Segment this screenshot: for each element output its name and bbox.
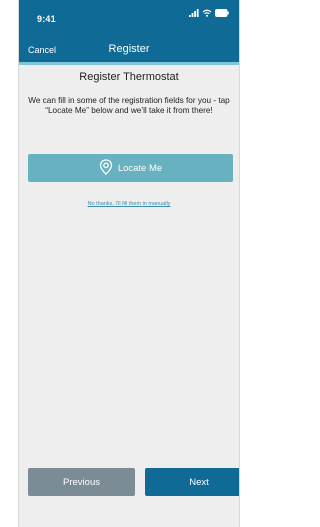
next-button[interactable]: Next (145, 468, 239, 496)
status-bar: 9:41 (19, 0, 239, 38)
page-title: Register (108, 43, 150, 55)
instructions-text: We can fill in some of the registration … (28, 96, 230, 115)
locate-me-button[interactable]: Locate Me (28, 154, 233, 182)
nav-underline (19, 62, 239, 65)
fill-manually-link[interactable]: No thanks, I’ll fill them in manually (19, 201, 239, 207)
nav-bar: Cancel Register (19, 38, 239, 63)
status-icons (189, 9, 229, 22)
phone-screen: 9:41 Cancel Register Register Thermostat… (18, 0, 240, 527)
battery-icon (215, 4, 229, 22)
locate-me-label: Locate Me (117, 162, 163, 174)
wifi-icon (202, 4, 212, 22)
section-heading: Register Thermostat (79, 71, 179, 83)
signal-icon (189, 4, 199, 22)
location-pin-icon (99, 158, 113, 178)
status-time: 9:41 (37, 14, 56, 24)
previous-button[interactable]: Previous (28, 468, 135, 496)
